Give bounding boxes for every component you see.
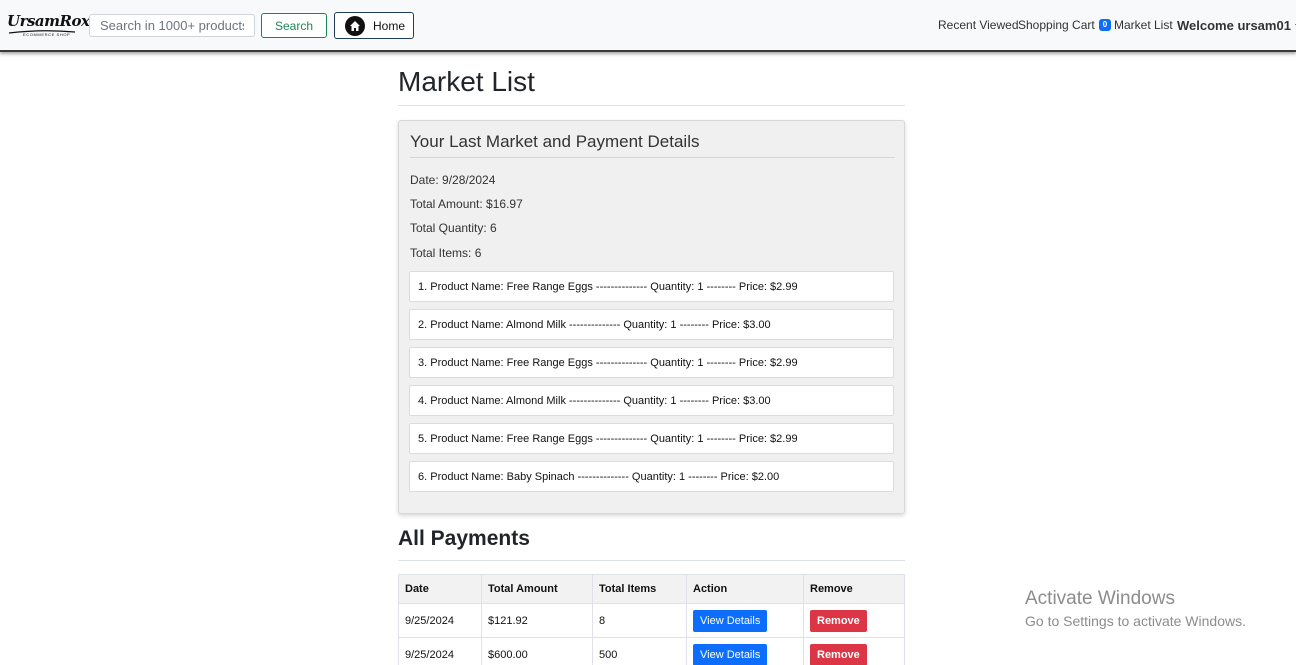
table-row: 9/25/2024 $600.00 500 View Details Remov… [398, 637, 905, 665]
payment-date: 9/25/2024 [398, 603, 482, 638]
payment-items: 500 [592, 637, 687, 665]
list-item: 1. Product Name: Free Range Eggs -------… [409, 271, 894, 302]
page-title: Market List [398, 66, 535, 97]
logo-subtitle: ECOMMERCE SHOP [23, 32, 71, 37]
column-header: Total Items [592, 574, 687, 604]
cart-count-badge: 0 [1098, 19, 1112, 31]
column-header: Date [398, 574, 482, 604]
all-payments-heading: All Payments [398, 527, 530, 550]
action-cell: View Details [686, 603, 804, 638]
list-item: 6. Product Name: Baby Spinach ----------… [409, 461, 894, 492]
nav-recent-viewed[interactable]: Recent Viewed [938, 18, 1019, 32]
table-row: 9/25/2024 $121.92 8 View Details Remove [398, 603, 905, 638]
market-items-list: 1. Product Name: Free Range Eggs -------… [409, 271, 894, 499]
view-details-button[interactable]: View Details [693, 609, 768, 632]
search-input[interactable] [89, 14, 255, 37]
navbar: UrsamRoxko ECOMMERCE SHOP Search Home Re… [0, 0, 1296, 52]
list-item: 5. Product Name: Free Range Eggs -------… [409, 423, 894, 454]
shopping-cart-label: Shopping Cart [1018, 18, 1095, 32]
user-menu-dropdown[interactable]: Welcome ursam01 [1177, 18, 1296, 33]
welcome-label: Welcome ursam01 [1177, 18, 1291, 33]
remove-cell: Remove [803, 603, 905, 638]
watermark-title: Activate Windows [1025, 588, 1175, 609]
market-total-amount: Total Amount: $16.97 [410, 197, 523, 211]
market-total-items: Total Items: 6 [410, 246, 482, 260]
divider [398, 105, 905, 106]
home-label: Home [373, 18, 406, 33]
remove-button[interactable]: Remove [810, 643, 867, 665]
payment-amount: $600.00 [481, 637, 593, 665]
payments-table: Date Total Amount Total Items Action Rem… [398, 574, 905, 665]
list-item: 3. Product Name: Free Range Eggs -------… [409, 347, 894, 378]
table-header-row: Date Total Amount Total Items Action Rem… [398, 574, 905, 604]
remove-cell: Remove [803, 637, 905, 665]
column-header: Action [686, 574, 804, 604]
nav-shopping-cart[interactable]: Shopping Cart 0 [1018, 18, 1112, 32]
brand-logo[interactable]: UrsamRoxko ECOMMERCE SHOP [7, 12, 109, 40]
divider [410, 157, 895, 158]
windows-activation-watermark: Activate Windows Go to Settings to activ… [1025, 588, 1246, 629]
nav-market-list[interactable]: Market List [1114, 18, 1173, 32]
list-item: 2. Product Name: Almond Milk -----------… [409, 309, 894, 340]
payment-items: 8 [592, 603, 687, 638]
home-icon [345, 15, 365, 36]
search-button[interactable]: Search [261, 13, 327, 38]
market-date: Date: 9/28/2024 [410, 173, 496, 187]
home-button[interactable]: Home [334, 12, 414, 39]
action-cell: View Details [686, 637, 804, 665]
last-market-heading: Your Last Market and Payment Details [410, 132, 700, 151]
payment-date: 9/25/2024 [398, 637, 482, 665]
watermark-subtitle: Go to Settings to activate Windows. [1025, 613, 1246, 629]
view-details-button[interactable]: View Details [693, 643, 768, 665]
market-total-quantity: Total Quantity: 6 [410, 221, 497, 235]
column-header: Total Amount [481, 574, 593, 604]
column-header: Remove [803, 574, 905, 604]
divider [398, 560, 905, 561]
payment-amount: $121.92 [481, 603, 593, 638]
last-market-card: Your Last Market and Payment Details Dat… [398, 120, 905, 514]
list-item: 4. Product Name: Almond Milk -----------… [409, 385, 894, 416]
remove-button[interactable]: Remove [810, 609, 867, 632]
